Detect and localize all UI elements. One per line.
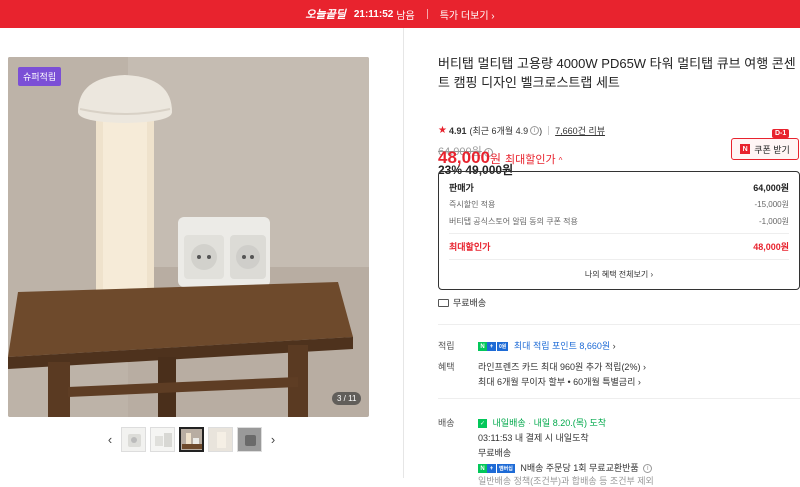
- best-price-label: 최대할인가: [505, 154, 556, 166]
- deal-banner[interactable]: 오늘끝딜 21:11:52 남음 특가 더보기 ›: [0, 0, 800, 28]
- deal-timer: 21:11:52: [353, 8, 394, 20]
- thumb-prev-arrow-icon[interactable]: ‹: [102, 429, 118, 451]
- price-row-instant: 즉시할인 적용 -15,000원: [449, 200, 789, 209]
- divider: [548, 126, 550, 135]
- thumbnail-strip: ‹ ›: [102, 427, 281, 452]
- perks-label: 혜택: [438, 362, 455, 372]
- divider: [438, 398, 800, 399]
- delivery-arrival: 내일 8.20.(목) 도착: [533, 418, 607, 428]
- perk-card-row[interactable]: 라인프렌즈 카드 최대 960원 추가 적립(2%) ›: [478, 360, 646, 373]
- membership-row: N + 멤버십 N배송 주문당 1회 무료교환반품 i: [478, 461, 653, 474]
- points-label: 적립: [438, 341, 455, 351]
- price-row-list: 판매가 64,000원: [449, 183, 789, 193]
- image-counter: 3 / 11: [332, 392, 362, 405]
- super-points-badge: 슈퍼적립: [18, 67, 62, 86]
- product-main-image[interactable]: [8, 57, 369, 417]
- points-row[interactable]: N +0원 최대 적립 포인트 8,660원 ›: [478, 339, 616, 352]
- divider: [426, 9, 428, 19]
- rating-row: ★ 4.91 (최근 6개월 4.9 i ) 7,660건 리뷰: [438, 124, 605, 137]
- truck-icon: [438, 298, 449, 307]
- divider: [449, 259, 789, 260]
- free-shipping-row: 무료배송: [438, 296, 486, 309]
- info-icon[interactable]: i: [530, 126, 540, 135]
- membership-badge-icon: N + 멤버십: [478, 464, 515, 474]
- deal-logo: 오늘끝딜: [305, 9, 346, 21]
- divider: [438, 324, 800, 325]
- product-title: 버티탭 멀티탭 고용량 4000W PD65W 타워 멀티탭 큐브 여행 콘센트…: [438, 56, 796, 90]
- deal-timer-suffix: 남음: [396, 10, 415, 22]
- deal-more-link[interactable]: 특가 더보기 ›: [440, 7, 495, 22]
- review-link[interactable]: 7,660건 리뷰: [555, 124, 605, 137]
- perk-installment-row[interactable]: 최대 6개월 무이자 할부 • 60개월 특별금리 ›: [478, 375, 641, 388]
- delivery-label: 배송: [438, 418, 455, 428]
- naver-n-icon: N: [740, 144, 751, 154]
- naver-plus-badge-icon: N +0원: [478, 342, 509, 352]
- thumbnail-1[interactable]: [121, 427, 146, 452]
- rating-score: 4.91: [448, 125, 467, 136]
- delivery-fee: 무료배송: [478, 448, 512, 458]
- thumbnail-3[interactable]: [179, 427, 204, 452]
- rating-detail: (최근 6개월 4.9: [469, 126, 529, 136]
- membership-info-icon[interactable]: i: [643, 464, 653, 473]
- price-breakdown: 판매가 64,000원 즉시할인 적용 -15,000원 버티탭 공식스토어 알림 …: [438, 171, 800, 290]
- coupon-dday-badge: D-1: [772, 129, 790, 138]
- delivery-badge: 내일배송: [492, 418, 526, 428]
- tomorrow-delivery-icon: ✓: [478, 419, 487, 429]
- column-divider: [403, 28, 404, 478]
- chevron-up-icon: ^: [558, 156, 563, 165]
- thumbnail-4[interactable]: [208, 427, 233, 452]
- delivery-row: ✓ 내일배송 · 내일 8.20.(목) 도착: [478, 418, 607, 429]
- best-price-unit: 원: [490, 152, 502, 166]
- star-icon: ★: [438, 125, 447, 136]
- points-text: 최대 적립 포인트 8,660원: [513, 341, 611, 351]
- all-benefits-link[interactable]: 나의 혜택 전체보기 ›: [439, 269, 799, 280]
- best-price-row[interactable]: 48,000 원 최대할인가 ^: [438, 148, 562, 168]
- delivery-extra: 일반배송 정책(조건부)과 합배송 등 조건부 제외: [478, 476, 654, 486]
- best-price: 48,000: [438, 148, 490, 167]
- delivery-cutoff-row: 03:11:53 내 결제 시 내일도착: [478, 433, 589, 443]
- coupon-label: 쿠폰 받기: [754, 144, 790, 155]
- rating-close: ): [539, 125, 543, 136]
- divider: [449, 233, 789, 234]
- coupon-button[interactable]: N 쿠폰 받기: [731, 138, 799, 160]
- thumb-next-arrow-icon[interactable]: ›: [265, 429, 281, 451]
- thumbnail-5[interactable]: [237, 427, 262, 452]
- price-row-total: 최대할인가 48,000원: [449, 242, 789, 252]
- thumbnail-2[interactable]: [150, 427, 175, 452]
- free-shipping-text: 무료배송: [453, 298, 487, 308]
- price-row-coupon: 버티탭 공식스토어 알림 동의 쿠폰 적용 -1,000원: [449, 217, 789, 226]
